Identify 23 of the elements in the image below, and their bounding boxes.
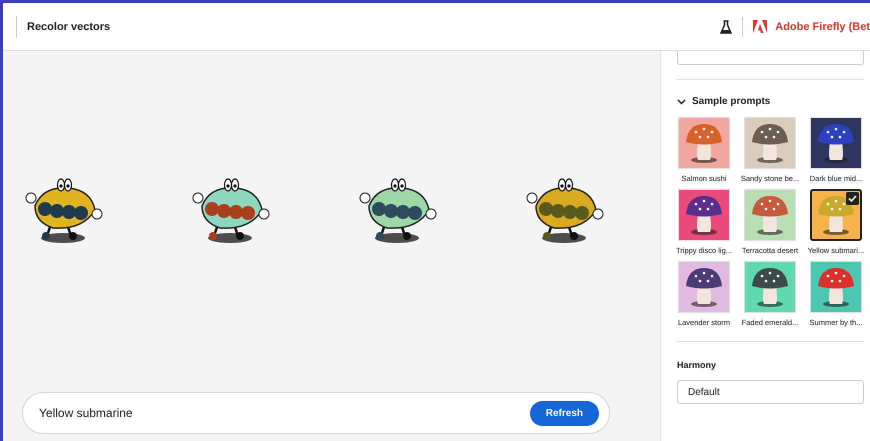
text-field[interactable] (677, 51, 864, 65)
mushroom-drawing (684, 194, 724, 236)
chevron-icon[interactable] (677, 97, 686, 106)
harmony-label: Harmony (677, 360, 718, 370)
checkmark-icon (846, 192, 859, 205)
section-title[interactable]: Sample prompts (692, 96, 770, 107)
sample-thumbnail[interactable] (810, 189, 862, 241)
logo-icon[interactable] (753, 20, 768, 33)
mushroom-drawing (816, 122, 856, 164)
mushroom-drawing (750, 122, 790, 164)
mushroom-drawing (816, 194, 856, 236)
harmony-dropdown[interactable]: Default (677, 380, 864, 404)
prompt-field[interactable]: Yellow submarine Refresh (22, 392, 610, 434)
mushroom-drawing (684, 122, 724, 164)
refresh-button[interactable]: Refresh (530, 400, 599, 426)
mushroom-drawing (750, 266, 790, 308)
mushroom-drawing (684, 266, 724, 308)
mushroom-drawing (816, 266, 856, 308)
mushroom-drawing (750, 194, 790, 236)
page-title: Recolor vectors (27, 20, 110, 32)
flask-icon[interactable] (720, 20, 732, 34)
app-name[interactable]: Adobe Firefly (Bet (775, 20, 870, 32)
prompt-text: Yellow submarine (39, 406, 133, 420)
